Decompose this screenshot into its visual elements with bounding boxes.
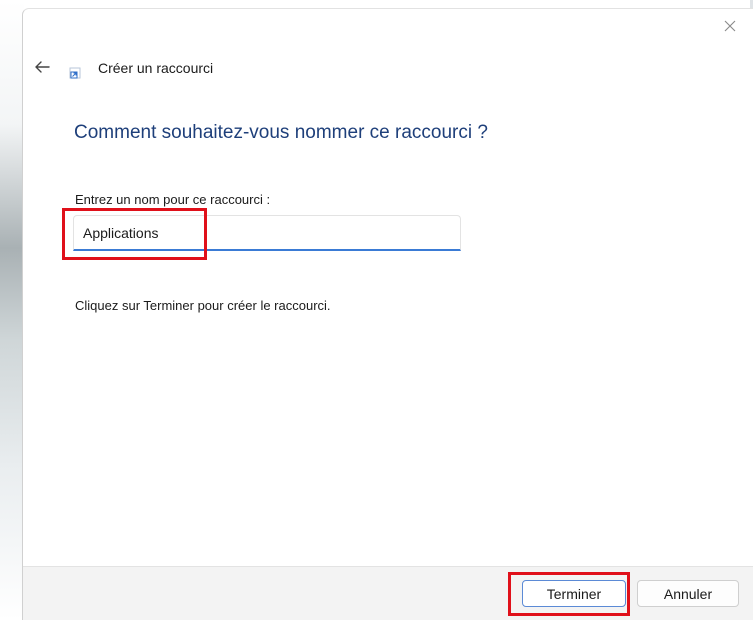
- page-heading: Comment souhaitez-vous nommer ce raccour…: [74, 122, 488, 143]
- create-shortcut-dialog: [22, 8, 753, 620]
- shortcut-icon: [68, 63, 84, 79]
- cancel-button[interactable]: Annuler: [637, 580, 739, 607]
- close-icon: [724, 20, 736, 32]
- back-button[interactable]: [30, 55, 54, 79]
- shortcut-name-input[interactable]: [73, 215, 461, 251]
- desktop-background: [0, 0, 24, 620]
- finish-instruction-text: Cliquez sur Terminer pour créer le racco…: [75, 298, 331, 313]
- finish-button[interactable]: Terminer: [522, 580, 626, 607]
- close-button[interactable]: [718, 14, 742, 38]
- shortcut-name-label: Entrez un nom pour ce raccourci :: [75, 192, 271, 207]
- back-arrow-icon: [35, 61, 50, 73]
- wizard-title: Créer un raccourci: [98, 60, 214, 76]
